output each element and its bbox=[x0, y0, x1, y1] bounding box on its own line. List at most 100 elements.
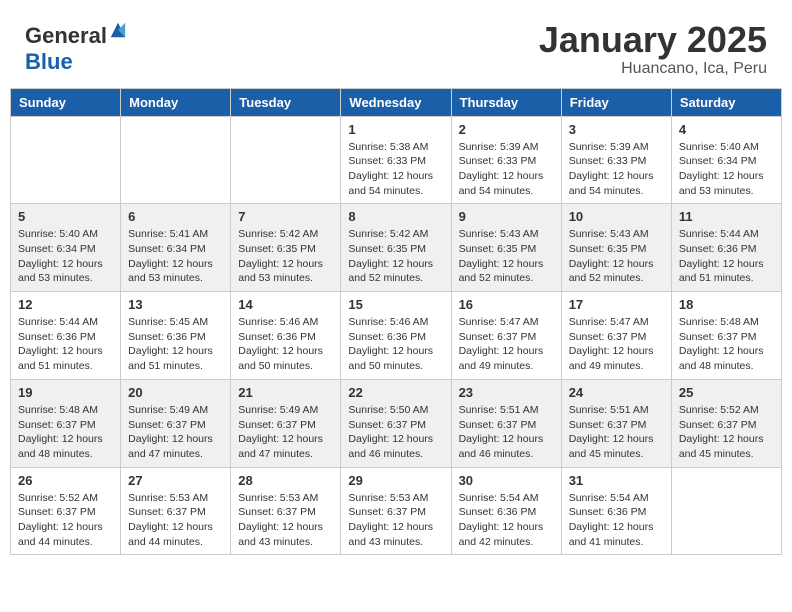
day-info: Sunrise: 5:47 AM Sunset: 6:37 PM Dayligh… bbox=[459, 315, 554, 374]
day-cell: 11Sunrise: 5:44 AM Sunset: 6:36 PM Dayli… bbox=[671, 204, 781, 292]
day-number: 7 bbox=[238, 209, 333, 224]
day-number: 6 bbox=[128, 209, 223, 224]
day-number: 8 bbox=[348, 209, 443, 224]
day-number: 13 bbox=[128, 297, 223, 312]
day-cell: 22Sunrise: 5:50 AM Sunset: 6:37 PM Dayli… bbox=[341, 379, 451, 467]
week-row-4: 19Sunrise: 5:48 AM Sunset: 6:37 PM Dayli… bbox=[11, 379, 782, 467]
logo-blue: Blue bbox=[25, 49, 73, 74]
day-cell: 28 Sunrise: 5:53 AM Sunset: 6:37 PM Dayli… bbox=[231, 467, 341, 555]
day-info: Sunrise: 5:50 AM Sunset: 6:37 PM Dayligh… bbox=[348, 403, 443, 462]
day-cell: 20 Sunrise: 5:49 AM Sunset: 6:37 PM Dayli… bbox=[121, 379, 231, 467]
day-number: 11 bbox=[679, 209, 774, 224]
day-cell: 7 Sunrise: 5:42 AM Sunset: 6:35 PM Daylig… bbox=[231, 204, 341, 292]
day-info: Sunrise: 5:41 AM Sunset: 6:34 PM Dayligh… bbox=[128, 227, 223, 286]
month-title: January 2025 bbox=[539, 20, 767, 60]
day-cell bbox=[11, 116, 121, 204]
page-header: General Blue January 2025 Huancano, Ica,… bbox=[10, 10, 782, 83]
day-cell: 30Sunrise: 5:54 AM Sunset: 6:36 PM Dayli… bbox=[451, 467, 561, 555]
day-cell bbox=[121, 116, 231, 204]
day-number: 3 bbox=[569, 122, 664, 137]
day-number: 2 bbox=[459, 122, 554, 137]
day-cell: 2 Sunrise: 5:39 AM Sunset: 6:33 PM Daylig… bbox=[451, 116, 561, 204]
day-cell: 23Sunrise: 5:51 AM Sunset: 6:37 PM Dayli… bbox=[451, 379, 561, 467]
day-cell: 21 Sunrise: 5:49 AM Sunset: 6:37 PM Dayli… bbox=[231, 379, 341, 467]
location-title: Huancano, Ica, Peru bbox=[539, 60, 767, 78]
day-number: 12 bbox=[18, 297, 113, 312]
day-number: 17 bbox=[569, 297, 664, 312]
day-cell: 16 Sunrise: 5:47 AM Sunset: 6:37 PM Dayli… bbox=[451, 292, 561, 380]
day-number: 19 bbox=[18, 385, 113, 400]
day-info: Sunrise: 5:49 AM Sunset: 6:37 PM Dayligh… bbox=[238, 403, 333, 462]
day-number: 29 bbox=[348, 473, 443, 488]
day-info: Sunrise: 5:46 AM Sunset: 6:36 PM Dayligh… bbox=[238, 315, 333, 374]
day-cell bbox=[231, 116, 341, 204]
day-number: 21 bbox=[238, 385, 333, 400]
day-info: Sunrise: 5:45 AM Sunset: 6:36 PM Dayligh… bbox=[128, 315, 223, 374]
day-info: Sunrise: 5:46 AM Sunset: 6:36 PM Dayligh… bbox=[348, 315, 443, 374]
day-cell: 14 Sunrise: 5:46 AM Sunset: 6:36 PM Dayli… bbox=[231, 292, 341, 380]
logo-general: General bbox=[25, 23, 107, 48]
day-info: Sunrise: 5:52 AM Sunset: 6:37 PM Dayligh… bbox=[18, 491, 113, 550]
day-number: 24 bbox=[569, 385, 664, 400]
day-info: Sunrise: 5:53 AM Sunset: 6:37 PM Dayligh… bbox=[128, 491, 223, 550]
weekday-header-thursday: Thursday bbox=[451, 88, 561, 116]
day-number: 5 bbox=[18, 209, 113, 224]
day-info: Sunrise: 5:49 AM Sunset: 6:37 PM Dayligh… bbox=[128, 403, 223, 462]
day-cell: 8 Sunrise: 5:42 AM Sunset: 6:35 PM Daylig… bbox=[341, 204, 451, 292]
day-info: Sunrise: 5:52 AM Sunset: 6:37 PM Dayligh… bbox=[679, 403, 774, 462]
weekday-header-wednesday: Wednesday bbox=[341, 88, 451, 116]
day-number: 15 bbox=[348, 297, 443, 312]
day-number: 20 bbox=[128, 385, 223, 400]
day-cell: 6 Sunrise: 5:41 AM Sunset: 6:34 PM Daylig… bbox=[121, 204, 231, 292]
day-info: Sunrise: 5:48 AM Sunset: 6:37 PM Dayligh… bbox=[679, 315, 774, 374]
weekday-header-monday: Monday bbox=[121, 88, 231, 116]
day-cell bbox=[671, 467, 781, 555]
day-number: 10 bbox=[569, 209, 664, 224]
day-cell: 29 Sunrise: 5:53 AM Sunset: 6:37 PM Dayli… bbox=[341, 467, 451, 555]
day-number: 16 bbox=[459, 297, 554, 312]
day-info: Sunrise: 5:40 AM Sunset: 6:34 PM Dayligh… bbox=[679, 140, 774, 199]
day-info: Sunrise: 5:42 AM Sunset: 6:35 PM Dayligh… bbox=[348, 227, 443, 286]
day-info: Sunrise: 5:51 AM Sunset: 6:37 PM Dayligh… bbox=[569, 403, 664, 462]
day-info: Sunrise: 5:44 AM Sunset: 6:36 PM Dayligh… bbox=[18, 315, 113, 374]
day-number: 14 bbox=[238, 297, 333, 312]
week-row-5: 26 Sunrise: 5:52 AM Sunset: 6:37 PM Dayli… bbox=[11, 467, 782, 555]
day-info: Sunrise: 5:39 AM Sunset: 6:33 PM Dayligh… bbox=[459, 140, 554, 199]
day-cell: 18 Sunrise: 5:48 AM Sunset: 6:37 PM Dayli… bbox=[671, 292, 781, 380]
day-cell: 26 Sunrise: 5:52 AM Sunset: 6:37 PM Dayli… bbox=[11, 467, 121, 555]
day-cell: 9 Sunrise: 5:43 AM Sunset: 6:35 PM Daylig… bbox=[451, 204, 561, 292]
day-cell: 24 Sunrise: 5:51 AM Sunset: 6:37 PM Dayli… bbox=[561, 379, 671, 467]
day-number: 9 bbox=[459, 209, 554, 224]
day-info: Sunrise: 5:51 AM Sunset: 6:37 PM Dayligh… bbox=[459, 403, 554, 462]
weekday-header-saturday: Saturday bbox=[671, 88, 781, 116]
week-row-2: 5 Sunrise: 5:40 AM Sunset: 6:34 PM Daylig… bbox=[11, 204, 782, 292]
day-cell: 12 Sunrise: 5:44 AM Sunset: 6:36 PM Dayli… bbox=[11, 292, 121, 380]
day-info: Sunrise: 5:42 AM Sunset: 6:35 PM Dayligh… bbox=[238, 227, 333, 286]
logo-icon bbox=[109, 21, 127, 39]
day-cell: 27Sunrise: 5:53 AM Sunset: 6:37 PM Dayli… bbox=[121, 467, 231, 555]
day-number: 26 bbox=[18, 473, 113, 488]
day-number: 28 bbox=[238, 473, 333, 488]
day-cell: 4 Sunrise: 5:40 AM Sunset: 6:34 PM Daylig… bbox=[671, 116, 781, 204]
weekday-header-row: SundayMondayTuesdayWednesdayThursdayFrid… bbox=[11, 88, 782, 116]
day-cell: 5 Sunrise: 5:40 AM Sunset: 6:34 PM Daylig… bbox=[11, 204, 121, 292]
day-cell: 10 Sunrise: 5:43 AM Sunset: 6:35 PM Dayli… bbox=[561, 204, 671, 292]
day-info: Sunrise: 5:43 AM Sunset: 6:35 PM Dayligh… bbox=[459, 227, 554, 286]
day-info: Sunrise: 5:43 AM Sunset: 6:35 PM Dayligh… bbox=[569, 227, 664, 286]
day-cell: 1Sunrise: 5:38 AM Sunset: 6:33 PM Daylig… bbox=[341, 116, 451, 204]
day-info: Sunrise: 5:54 AM Sunset: 6:36 PM Dayligh… bbox=[569, 491, 664, 550]
day-info: Sunrise: 5:53 AM Sunset: 6:37 PM Dayligh… bbox=[238, 491, 333, 550]
day-number: 18 bbox=[679, 297, 774, 312]
day-info: Sunrise: 5:39 AM Sunset: 6:33 PM Dayligh… bbox=[569, 140, 664, 199]
day-info: Sunrise: 5:38 AM Sunset: 6:33 PM Dayligh… bbox=[348, 140, 443, 199]
day-info: Sunrise: 5:53 AM Sunset: 6:37 PM Dayligh… bbox=[348, 491, 443, 550]
day-cell: 19Sunrise: 5:48 AM Sunset: 6:37 PM Dayli… bbox=[11, 379, 121, 467]
day-cell: 3 Sunrise: 5:39 AM Sunset: 6:33 PM Daylig… bbox=[561, 116, 671, 204]
day-cell: 31Sunrise: 5:54 AM Sunset: 6:36 PM Dayli… bbox=[561, 467, 671, 555]
weekday-header-tuesday: Tuesday bbox=[231, 88, 341, 116]
week-row-1: 1Sunrise: 5:38 AM Sunset: 6:33 PM Daylig… bbox=[11, 116, 782, 204]
day-info: Sunrise: 5:40 AM Sunset: 6:34 PM Dayligh… bbox=[18, 227, 113, 286]
day-info: Sunrise: 5:47 AM Sunset: 6:37 PM Dayligh… bbox=[569, 315, 664, 374]
day-info: Sunrise: 5:54 AM Sunset: 6:36 PM Dayligh… bbox=[459, 491, 554, 550]
day-number: 4 bbox=[679, 122, 774, 137]
